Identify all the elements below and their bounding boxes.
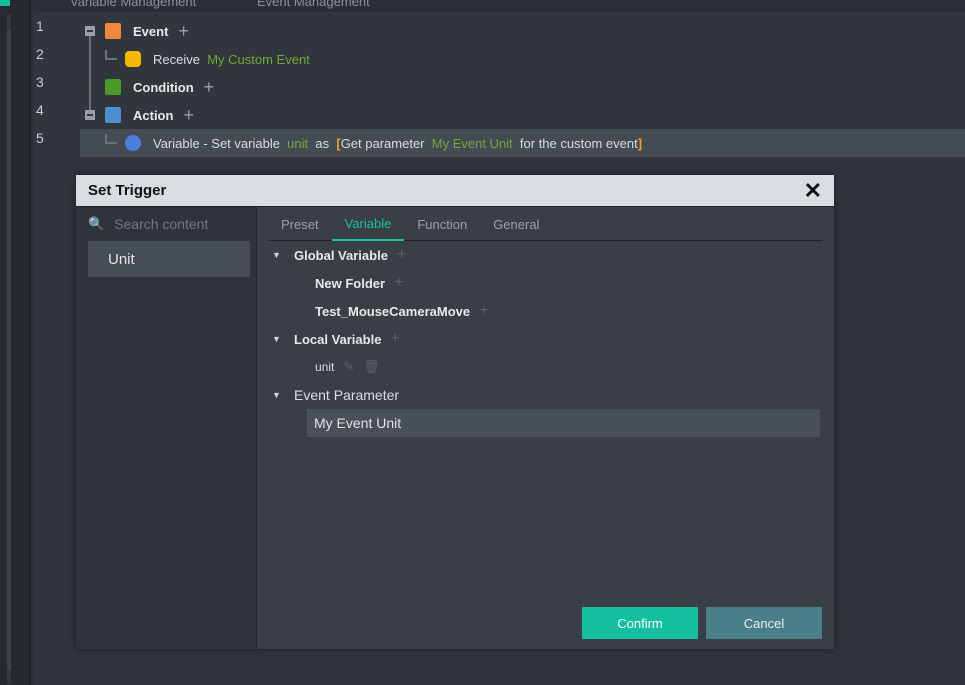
tab-variable-management[interactable]: Variable Management <box>70 0 196 9</box>
tree-branch <box>105 134 117 144</box>
event-icon <box>105 23 121 39</box>
close-icon[interactable]: ✕ <box>804 178 822 204</box>
event-label[interactable]: Event <box>133 24 168 39</box>
add-icon[interactable]: + <box>397 246 406 264</box>
line-number: 5 <box>36 130 44 146</box>
get-param-text[interactable]: Get parameter <box>341 136 425 151</box>
receive-label[interactable]: Receive <box>153 52 200 67</box>
variable-link[interactable]: unit <box>287 136 308 151</box>
condition-icon <box>105 79 121 95</box>
suffix-text: for the custom event <box>519 135 638 151</box>
tab-preset[interactable]: Preset <box>268 207 332 241</box>
add-condition-icon[interactable]: + <box>204 77 215 98</box>
tab-event-management[interactable]: Event Management <box>257 0 370 9</box>
add-event-icon[interactable]: + <box>178 21 189 42</box>
condition-label[interactable]: Condition <box>133 80 194 95</box>
bracket-close: ] <box>637 135 643 151</box>
tab-function[interactable]: Function <box>404 207 480 241</box>
line-number: 2 <box>36 46 44 62</box>
trash-icon[interactable]: 🗑 <box>363 359 380 375</box>
tree-line <box>89 34 91 118</box>
add-icon[interactable]: + <box>394 274 403 292</box>
line-number: 1 <box>36 18 44 34</box>
cancel-button[interactable]: Cancel <box>706 607 822 639</box>
line-number: 3 <box>36 74 44 90</box>
dialog-title: Set Trigger <box>88 182 167 199</box>
custom-event-link[interactable]: My Custom Event <box>207 52 310 67</box>
add-action-icon[interactable]: + <box>183 105 194 126</box>
collapse-icon[interactable] <box>85 110 95 120</box>
folder-node[interactable]: New Folder <box>315 276 385 291</box>
global-variable-node[interactable]: Global Variable <box>294 248 388 263</box>
expand-icon[interactable]: ▼ <box>272 250 294 260</box>
action-text: Variable - Set variable <box>153 135 280 151</box>
tab-general[interactable]: General <box>480 207 552 241</box>
left-strip <box>0 0 31 685</box>
search-input[interactable]: 🔍 Search content <box>76 207 256 241</box>
tab-variable[interactable]: Variable <box>331 207 405 241</box>
param-link[interactable]: My Event Unit <box>432 136 513 151</box>
tab-bar: Preset Variable Function General <box>268 207 822 241</box>
search-icon: 🔍 <box>88 216 105 231</box>
line-number: 4 <box>36 102 44 118</box>
action-row[interactable]: Variable - Set variable unit as [ Get pa… <box>105 129 642 157</box>
scrollbar-thumb[interactable] <box>7 30 11 670</box>
add-icon[interactable]: + <box>479 302 488 320</box>
category-unit[interactable]: Unit <box>88 241 250 277</box>
add-icon[interactable]: + <box>390 330 399 348</box>
collapse-icon[interactable] <box>85 26 95 36</box>
accent-marker <box>0 0 10 6</box>
action-label[interactable]: Action <box>133 108 173 123</box>
expand-icon[interactable]: ▼ <box>272 334 294 344</box>
edit-icon[interactable]: ✎ <box>343 359 354 375</box>
category-panel: 🔍 Search content Unit <box>76 207 257 649</box>
variable-icon <box>125 135 141 151</box>
folder-node[interactable]: Test_MouseCameraMove <box>315 304 470 319</box>
expand-icon[interactable]: ▼ <box>272 390 294 400</box>
local-variable-item[interactable]: unit <box>315 360 334 374</box>
top-tabs: Variable Management Event Management <box>33 0 965 12</box>
confirm-button[interactable]: Confirm <box>582 607 698 639</box>
event-parameter-item[interactable]: My Event Unit <box>307 409 820 437</box>
action-icon <box>105 107 121 123</box>
as-text: as <box>315 135 330 151</box>
event-parameter-node[interactable]: Event Parameter <box>294 387 399 403</box>
set-trigger-dialog: Set Trigger ✕ 🔍 Search content Unit Prese… <box>76 175 834 649</box>
tree-branch <box>105 50 117 60</box>
search-placeholder: Search content <box>114 216 209 232</box>
local-variable-node[interactable]: Local Variable <box>294 332 381 347</box>
hand-icon <box>125 51 141 67</box>
